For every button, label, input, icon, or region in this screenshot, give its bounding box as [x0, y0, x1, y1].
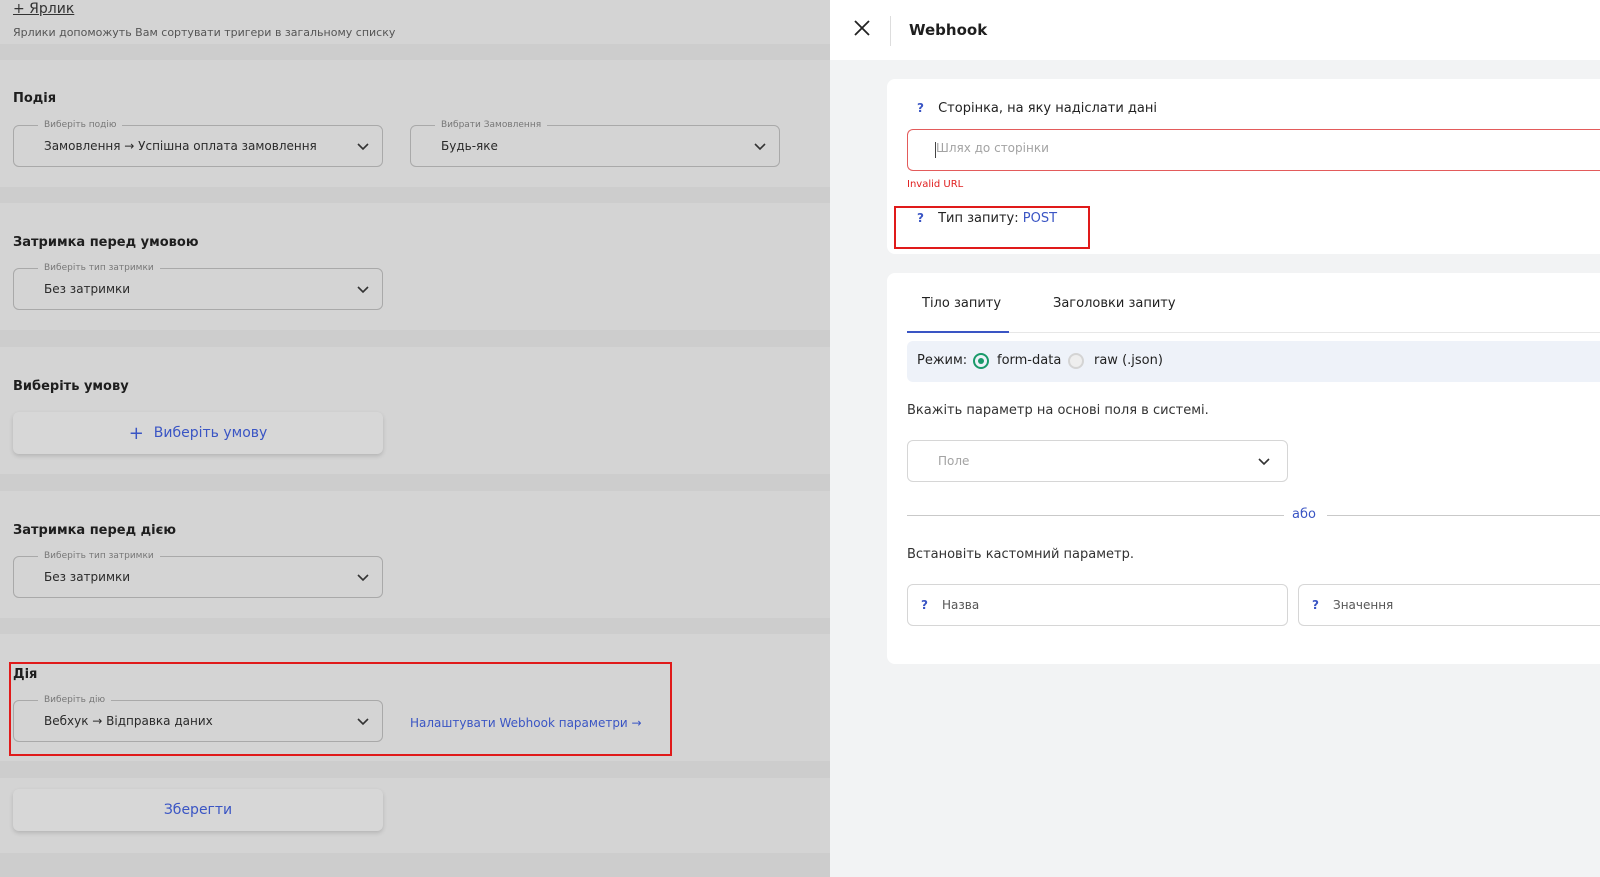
chevron-down-icon: [754, 143, 766, 151]
choose-condition-label: Виберіть умову: [153, 425, 268, 441]
close-icon[interactable]: [852, 18, 872, 38]
radio-form-data[interactable]: [973, 353, 989, 369]
order-select-value: Будь-яке: [441, 139, 498, 153]
event-section: [0, 60, 830, 187]
field-hint: Вкажіть параметр на основі поля в систем…: [907, 403, 1209, 418]
delay-action-select[interactable]: Виберіть тип затримки Без затримки: [13, 550, 383, 598]
tab-headers[interactable]: Заголовки запиту: [1053, 296, 1176, 311]
delay-action-value: Без затримки: [44, 570, 131, 584]
order-select[interactable]: Вибрати Замовлення Будь-яке: [410, 119, 780, 167]
choose-condition-button[interactable]: + Виберіть умову: [13, 412, 383, 454]
custom-name-input[interactable]: ? Назва: [907, 584, 1288, 626]
field-select-placeholder: Поле: [938, 454, 970, 468]
request-tabs: Тіло запиту Заголовки запиту: [907, 273, 1600, 333]
drawer-title: Webhook: [909, 21, 988, 39]
url-label-text: Сторінка, на яку надіслати дані: [938, 101, 1157, 116]
custom-value-placeholder: Значення: [1333, 598, 1394, 612]
url-label: ? Сторінка, на яку надіслати дані: [917, 101, 1157, 116]
event-select-legend: Виберіть подію: [38, 119, 123, 131]
or-divider-right: [1327, 515, 1600, 516]
add-tag-link[interactable]: + Ярлик: [13, 1, 74, 17]
highlight-request-type-box: [894, 206, 1090, 249]
option-raw-json[interactable]: raw (.json): [1094, 353, 1163, 368]
delay-action-legend: Виберіть тип затримки: [38, 550, 160, 562]
chevron-down-icon: [357, 143, 369, 151]
event-select-value: Замовлення → Успішна оплата замовлення: [44, 139, 317, 153]
chevron-down-icon: [357, 286, 369, 294]
delay-condition-select[interactable]: Виберіть тип затримки Без затримки: [13, 262, 383, 310]
option-form-data[interactable]: form-data: [997, 353, 1061, 368]
radio-raw-json[interactable]: [1068, 353, 1084, 369]
custom-value-input[interactable]: ? Значення: [1298, 584, 1600, 626]
delay-action-title: Затримка перед дією: [13, 523, 176, 538]
delay-condition-legend: Виберіть тип затримки: [38, 262, 160, 274]
event-select[interactable]: Виберіть подію Замовлення → Успішна опла…: [13, 119, 383, 167]
chevron-down-icon: [1258, 458, 1270, 466]
custom-hint: Встановіть кастомний параметр.: [907, 547, 1134, 562]
tag-hint: Ярлики допоможуть Вам сортувати тригери …: [13, 26, 396, 39]
trigger-form-backdrop: + Ярлик Ярлики допоможуть Вам сортувати …: [0, 0, 830, 877]
url-input-box[interactable]: [907, 129, 1600, 171]
save-button[interactable]: Зберегти: [13, 789, 383, 831]
tab-body[interactable]: Тіло запиту: [922, 296, 1001, 311]
request-body-card: Тіло запиту Заголовки запиту Режим: form…: [887, 273, 1600, 664]
help-icon[interactable]: ?: [1312, 598, 1319, 612]
url-error: Invalid URL: [907, 179, 964, 190]
help-icon[interactable]: ?: [921, 598, 928, 612]
url-input[interactable]: [936, 141, 1536, 155]
highlight-action-box: [9, 662, 672, 756]
condition-title: Виберіть умову: [13, 379, 129, 394]
field-select[interactable]: Поле: [907, 440, 1288, 482]
chevron-down-icon: [357, 574, 369, 582]
webhook-drawer: Webhook ? Сторінка, на яку надіслати дан…: [830, 0, 1600, 877]
delay-condition-value: Без затримки: [44, 282, 131, 296]
condition-section: [0, 347, 830, 474]
custom-name-placeholder: Назва: [942, 598, 980, 612]
event-title: Подія: [13, 91, 57, 106]
or-text: або: [1292, 507, 1316, 522]
help-icon[interactable]: ?: [917, 101, 924, 115]
or-divider-left: [907, 515, 1284, 516]
drawer-header: Webhook: [830, 0, 1600, 60]
mode-label: Режим:: [917, 353, 968, 368]
plus-icon: +: [128, 422, 144, 444]
order-select-legend: Вибрати Замовлення: [435, 119, 548, 131]
mode-bar: Режим: form-data raw (.json): [907, 341, 1600, 382]
header-divider: [890, 16, 891, 46]
active-tab-indicator: [907, 331, 1009, 333]
delay-condition-title: Затримка перед умовою: [13, 235, 199, 250]
